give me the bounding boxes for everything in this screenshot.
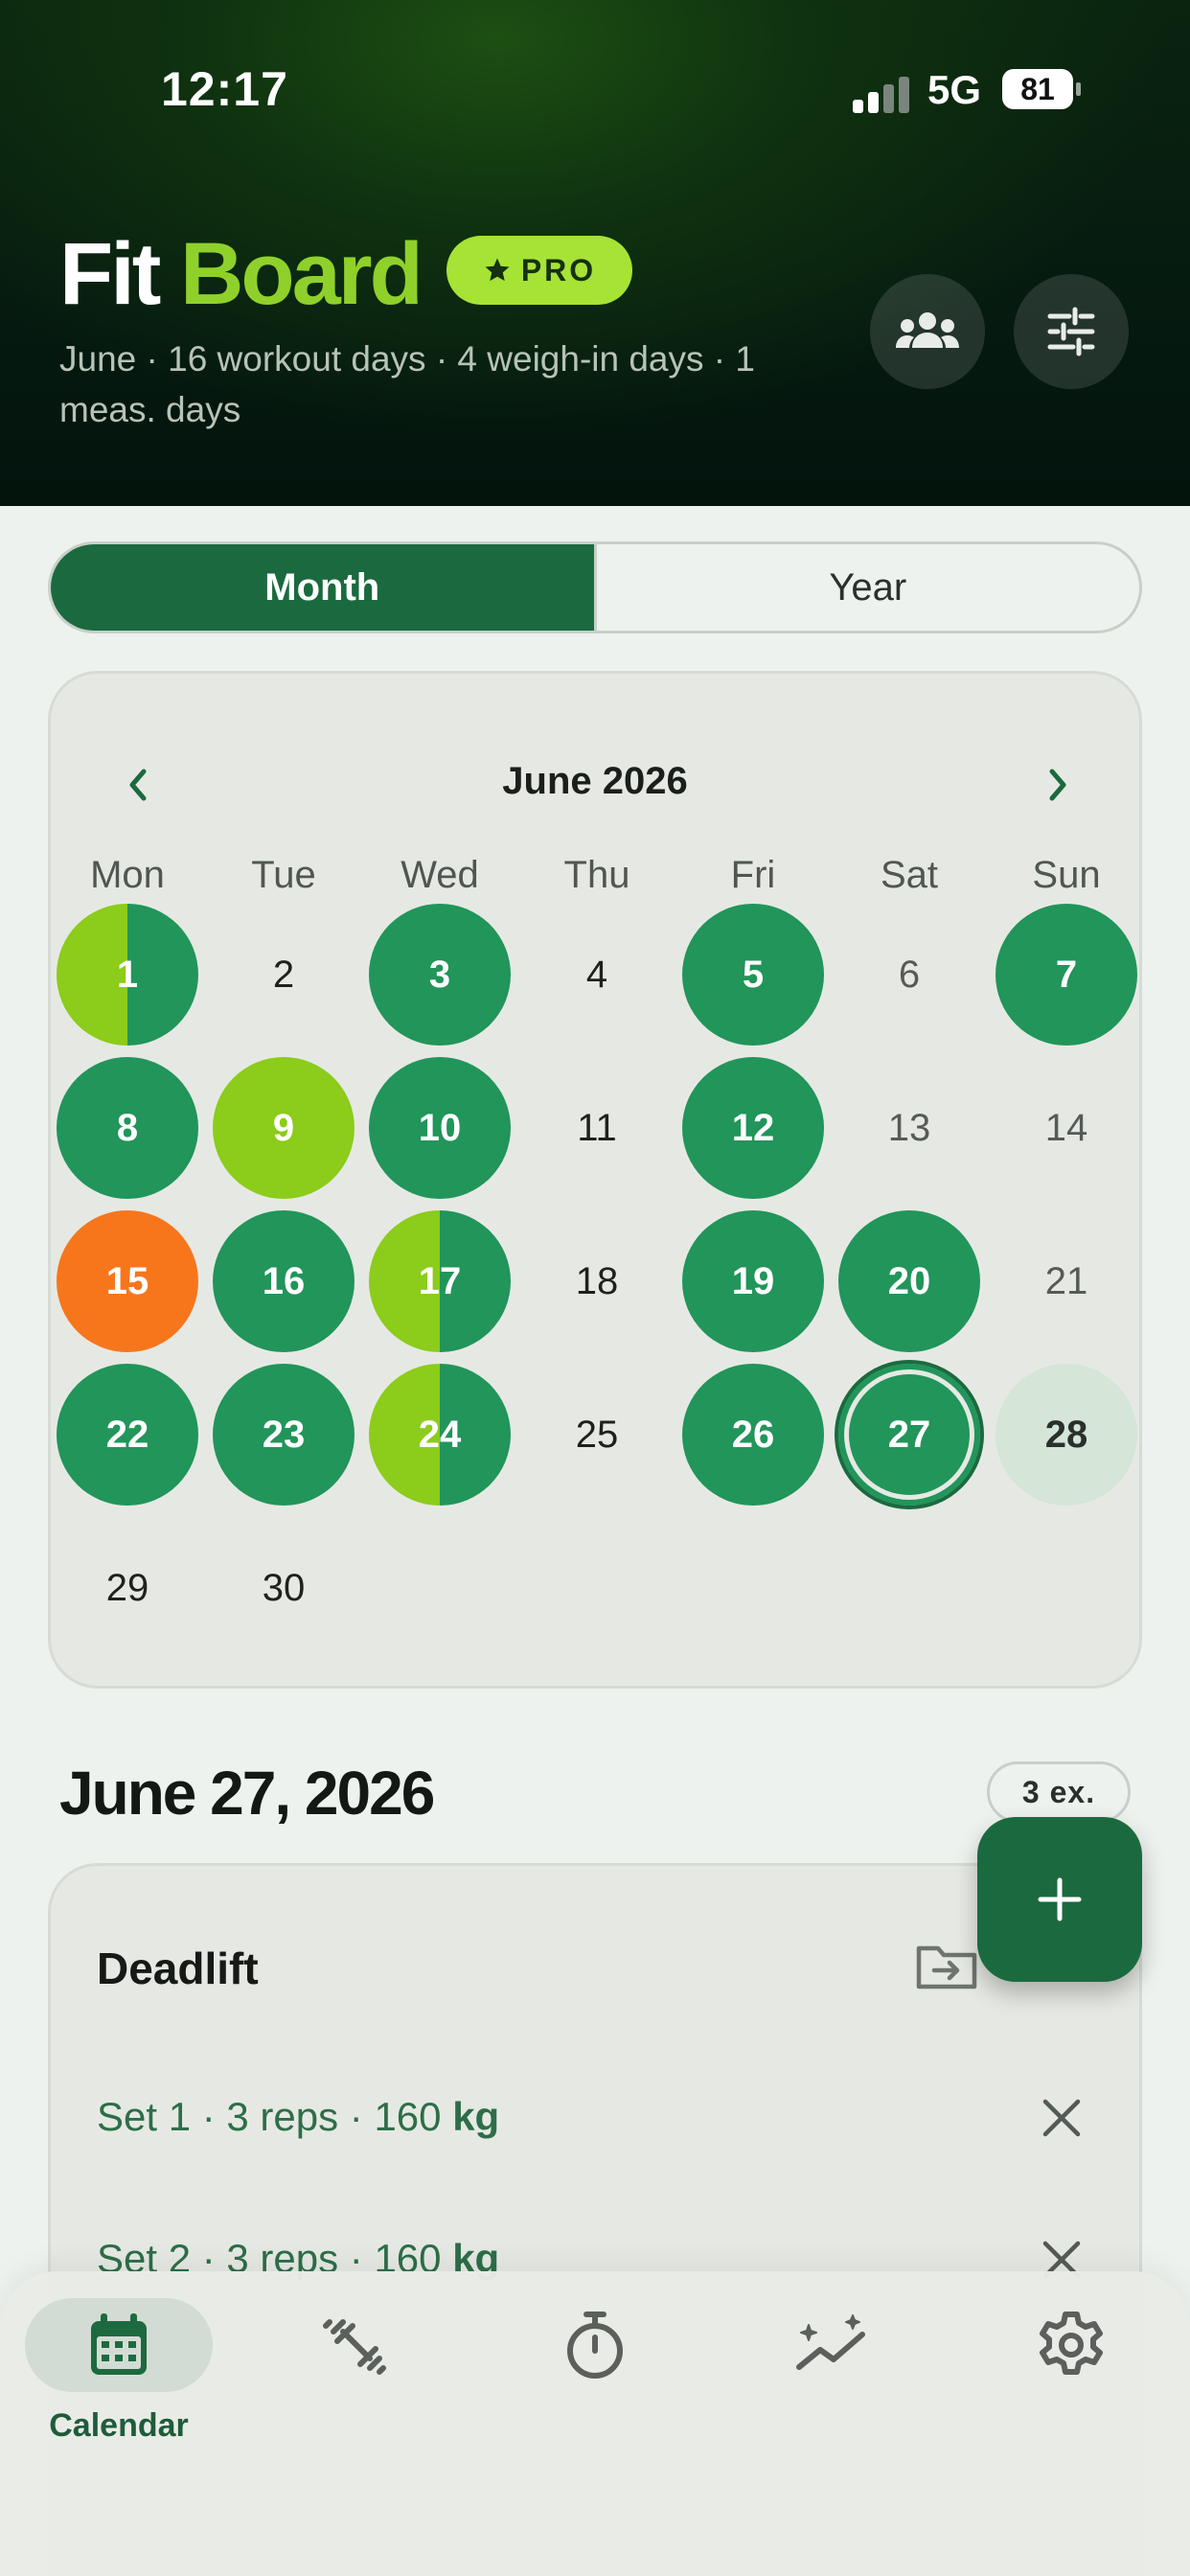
close-icon <box>1042 2099 1081 2137</box>
tab-calendar-pill <box>25 2298 213 2392</box>
pro-badge-label: PRO <box>520 252 597 288</box>
chart-sparkle-icon <box>796 2314 865 2370</box>
tab-calendar-label: Calendar <box>49 2407 189 2444</box>
move-to-folder-button[interactable] <box>913 1933 980 2000</box>
calendar-day[interactable]: 12 <box>682 1057 824 1199</box>
battery-indicator: 81 <box>1002 69 1081 109</box>
month-label: June 2026 <box>502 760 688 802</box>
calendar-day[interactable]: 16 <box>213 1210 355 1352</box>
tab-month[interactable]: Month <box>51 544 594 631</box>
app-title: Fit Board <box>59 225 423 323</box>
calendar-day[interactable]: 3 <box>369 904 511 1046</box>
app-title-fit: Fit <box>59 225 161 323</box>
calendar-day[interactable]: 10 <box>369 1057 511 1199</box>
tab-timer[interactable] <box>499 2298 691 2490</box>
star-icon <box>485 258 510 282</box>
calendar-day[interactable]: 19 <box>682 1210 824 1352</box>
people-icon <box>896 312 959 348</box>
weekday-header: Thu <box>563 854 630 896</box>
calendar-day[interactable]: 9 <box>213 1057 355 1199</box>
calendar-day[interactable]: 17 <box>369 1210 511 1352</box>
app-title-board: Board <box>179 225 423 323</box>
filters-button[interactable] <box>1014 274 1129 389</box>
weekday-header: Sun <box>1032 854 1101 896</box>
calendar-day[interactable]: 1 <box>57 904 198 1046</box>
calendar-card: June 2026 Mon Tue Wed Thu Fri Sat Sun 1 2 3 4 5 6 7 8 9… <box>48 671 1142 1689</box>
calendar-day[interactable]: 28 <box>995 1364 1137 1506</box>
set-text: Set 1 · 3 reps · 160 <box>97 2094 453 2139</box>
next-month-button[interactable] <box>1028 756 1086 814</box>
exercise-name: Deadlift <box>97 1944 259 1993</box>
calendar-day[interactable]: 20 <box>838 1210 980 1352</box>
calendar-day[interactable]: 6 <box>838 904 980 1046</box>
set-unit: kg <box>452 2094 500 2139</box>
calendar-day[interactable]: 11 <box>526 1057 668 1199</box>
pro-badge: PRO <box>446 236 632 305</box>
view-toggle: Month Year <box>48 541 1142 633</box>
calendar-day[interactable]: 18 <box>526 1210 668 1352</box>
dumbbell-icon <box>323 2319 386 2375</box>
signal-icon <box>853 75 910 113</box>
calendar-day[interactable]: 14 <box>995 1057 1137 1199</box>
calendar-day[interactable]: 4 <box>526 904 668 1046</box>
weekday-header: Wed <box>400 854 479 896</box>
weekday-header: Mon <box>90 854 165 896</box>
calendar-day[interactable]: 24 <box>369 1364 511 1506</box>
add-exercise-button[interactable] <box>977 1817 1142 1982</box>
tab-workouts[interactable] <box>261 2298 452 2490</box>
plus-icon <box>1038 1877 1082 1921</box>
weekday-header: Tue <box>251 854 316 896</box>
selected-date-title: June 27, 2026 <box>59 1759 435 1828</box>
network-type: 5G <box>927 67 982 112</box>
calendar-day[interactable]: 22 <box>57 1364 198 1506</box>
calendar-day[interactable]: 8 <box>57 1057 198 1199</box>
tab-year[interactable]: Year <box>593 544 1140 631</box>
calendar-day[interactable]: 30 <box>213 1517 355 1659</box>
stopwatch-icon <box>567 2312 623 2379</box>
bottom-tab-bar: Calendar <box>0 2271 1190 2576</box>
weekday-header: Fri <box>730 854 776 896</box>
calendar-day[interactable]: 29 <box>57 1517 198 1659</box>
tab-settings[interactable] <box>975 2298 1167 2490</box>
app-header: 12:17 5G 81 Fit Board PRO June · 16 work… <box>0 0 1190 506</box>
calendar-day[interactable]: 26 <box>682 1364 824 1506</box>
set-row[interactable]: Set 1 · 3 reps · 160 kg <box>97 2094 499 2140</box>
calendar-day[interactable]: 23 <box>213 1364 355 1506</box>
calendar-day[interactable]: 5 <box>682 904 824 1046</box>
tab-calendar[interactable]: Calendar <box>23 2298 215 2490</box>
calendar-day[interactable]: 21 <box>995 1210 1137 1352</box>
month-summary: June · 16 workout days · 4 weigh-in days… <box>59 339 755 429</box>
chevron-right-icon <box>1049 769 1066 801</box>
calendar-day[interactable]: 25 <box>526 1364 668 1506</box>
status-time: 12:17 <box>161 62 288 116</box>
calendar-day[interactable]: 27 <box>835 1360 984 1509</box>
calendar-icon <box>91 2313 147 2375</box>
exercise-count-badge: 3 ex. <box>987 1761 1131 1823</box>
weekday-header: Sat <box>880 854 939 896</box>
sliders-icon <box>1047 307 1095 356</box>
calendar-day[interactable]: 13 <box>838 1057 980 1199</box>
calendar-day[interactable]: 7 <box>995 904 1137 1046</box>
calendar-day[interactable]: 2 <box>213 904 355 1046</box>
friends-button[interactable] <box>870 274 985 389</box>
folder-move-icon <box>916 1945 977 1990</box>
calendar-day[interactable]: 15 <box>57 1210 198 1352</box>
delete-set-button[interactable] <box>1038 2094 1095 2151</box>
status-bar: 12:17 5G 81 <box>0 58 1190 125</box>
gear-icon <box>1040 2312 1103 2375</box>
tab-progress[interactable] <box>738 2298 929 2490</box>
